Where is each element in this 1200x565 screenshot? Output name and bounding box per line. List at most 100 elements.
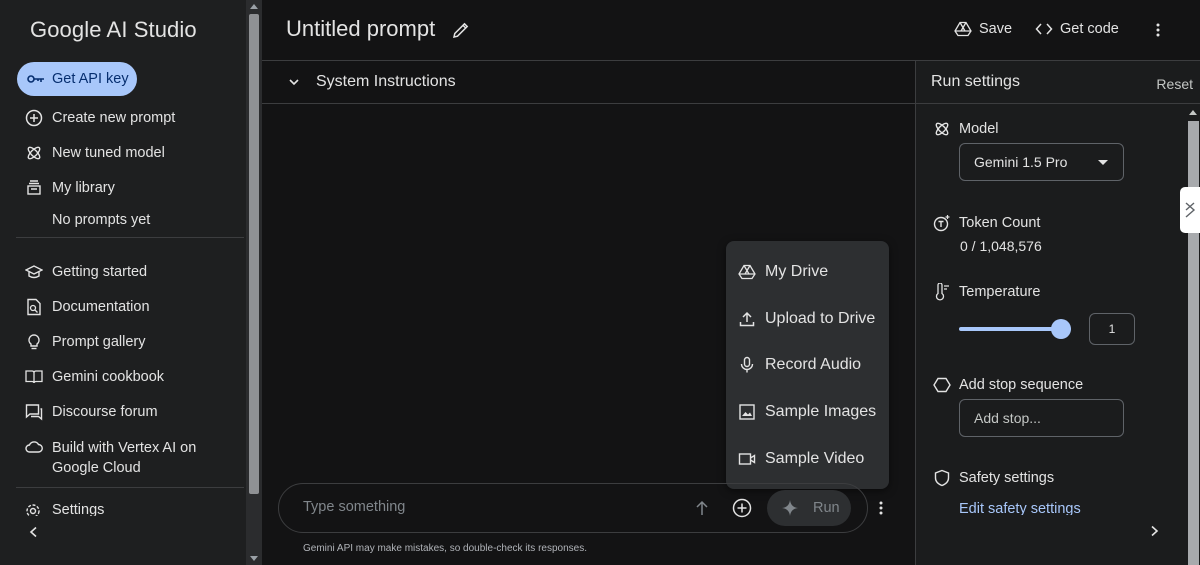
my-library[interactable]: My library <box>24 178 115 198</box>
arrow-up-icon <box>696 500 708 515</box>
temperature-label: Temperature <box>933 283 1040 301</box>
cloud-icon <box>24 437 44 457</box>
documentation[interactable]: Documentation <box>24 297 150 317</box>
sidebar-divider <box>16 237 244 238</box>
video-icon <box>738 450 756 468</box>
scroll-up-arrow[interactable] <box>250 4 258 9</box>
token-count-label: Token Count <box>933 214 1040 232</box>
prompt-input[interactable] <box>303 499 663 515</box>
discourse-forum-label: Discourse forum <box>52 404 158 420</box>
getting-started-label: Getting started <box>52 264 148 280</box>
create-new-prompt-label: Create new prompt <box>52 110 176 126</box>
system-instructions-toggle[interactable]: System Instructions <box>262 61 915 104</box>
token-count-label-text: Token Count <box>959 215 1041 231</box>
upload-arrow-button[interactable] <box>692 498 712 518</box>
page-title[interactable]: Untitled prompt <box>286 16 435 42</box>
tune-icon <box>24 143 44 163</box>
dropdown-caret-icon <box>1098 160 1108 165</box>
sidebar-scrollbar[interactable] <box>246 0 262 565</box>
image-icon <box>738 403 756 421</box>
chevron-left-icon <box>29 526 37 538</box>
safety-settings-label: Safety settings <box>933 469 1054 487</box>
school-icon <box>24 262 44 282</box>
model-icon <box>933 120 951 138</box>
menu-item-label: My Drive <box>765 263 829 281</box>
menu-item-label: Record Audio <box>765 356 862 374</box>
build-with-vertex-label: Build with Vertex AI on Google Cloud <box>52 440 197 476</box>
expand-panel-button[interactable] <box>1144 521 1164 541</box>
menu-item-record-audio[interactable]: Record Audio <box>726 342 889 389</box>
temperature-slider[interactable] <box>959 319 1071 339</box>
getting-started[interactable]: Getting started <box>24 262 147 282</box>
gemini-cookbook[interactable]: Gemini cookbook <box>24 367 164 387</box>
menu-item-label: Upload to Drive <box>765 309 876 327</box>
scroll-up-arrow[interactable] <box>1189 110 1197 115</box>
chevron-down-icon <box>284 72 304 92</box>
build-with-vertex[interactable]: Build with Vertex AI on Google Cloud <box>24 438 212 478</box>
add-circle-icon <box>24 108 44 128</box>
settings-item[interactable]: Settings <box>24 502 104 516</box>
temperature-input[interactable]: 1 <box>1089 313 1135 345</box>
menu-item-sample-images[interactable]: Sample Images <box>726 389 889 436</box>
slider-handle[interactable] <box>1051 319 1071 339</box>
library-icon <box>24 178 44 198</box>
forum-icon <box>24 402 44 422</box>
model-label-text: Model <box>959 121 999 137</box>
run-settings-title: Run settings <box>931 73 1020 90</box>
menu-item-label: Sample Images <box>765 403 877 421</box>
prompt-gallery[interactable]: Prompt gallery <box>24 332 145 352</box>
sparkle-icon <box>781 499 799 517</box>
run-settings-panel: Run settings Reset Model Gemini 1.5 Pro … <box>915 61 1200 565</box>
run-settings-header: Run settings Reset <box>916 61 1200 104</box>
model-select[interactable]: Gemini 1.5 Pro <box>959 143 1124 181</box>
upload-icon <box>738 310 756 328</box>
token-icon <box>933 214 951 232</box>
more-vert-icon <box>879 501 883 515</box>
add-media-button[interactable] <box>732 498 752 518</box>
sidebar: Google AI Studio Get API key Create new … <box>0 0 262 565</box>
header-more-button[interactable] <box>1148 20 1168 40</box>
edit-safety-settings-link[interactable]: Edit safety settings <box>959 501 1081 515</box>
save-button[interactable]: Save <box>953 19 1012 39</box>
mic-icon <box>738 356 756 374</box>
get-api-key-button[interactable]: Get API key <box>17 62 137 96</box>
get-code-button[interactable]: Get code <box>1034 19 1119 39</box>
settings-label: Settings <box>52 502 105 516</box>
compare-tab-button[interactable] <box>1180 187 1200 233</box>
model-select-value: Gemini 1.5 Pro <box>974 154 1068 170</box>
run-button[interactable]: Run <box>767 490 851 526</box>
insert-media-menu: My Drive Upload to Drive Record Audio Sa… <box>726 241 889 489</box>
prompt-more-button[interactable] <box>871 498 891 518</box>
my-library-label: My library <box>52 180 115 196</box>
new-tuned-model[interactable]: New tuned model <box>24 143 165 163</box>
menu-item-upload-to-drive[interactable]: Upload to Drive <box>726 296 889 343</box>
hexagon-icon <box>933 376 951 394</box>
scroll-down-arrow[interactable] <box>250 556 258 561</box>
edit-title-button[interactable] <box>451 20 471 40</box>
documentation-label: Documentation <box>52 299 150 315</box>
prompt-composer: Run <box>278 483 868 533</box>
discourse-forum[interactable]: Discourse forum <box>24 402 158 422</box>
temperature-label-text: Temperature <box>959 284 1041 300</box>
reset-button[interactable]: Reset <box>1156 76 1193 92</box>
menu-item-my-drive[interactable]: My Drive <box>726 249 889 296</box>
add-circle-icon <box>732 498 752 518</box>
stop-sequence-label-text: Add stop sequence <box>959 377 1084 393</box>
system-instructions-label: System Instructions <box>316 73 456 90</box>
code-icon <box>1034 19 1054 39</box>
scrollbar-thumb[interactable] <box>249 14 259 494</box>
menu-item-sample-video[interactable]: Sample Video <box>726 435 889 482</box>
stop-sequence-label: Add stop sequence <box>933 376 1083 394</box>
create-new-prompt[interactable]: Create new prompt <box>24 108 175 128</box>
stop-sequence-input[interactable] <box>959 399 1124 437</box>
get-api-key-label: Get API key <box>52 71 129 87</box>
save-label: Save <box>979 21 1013 37</box>
document-icon <box>24 297 44 317</box>
run-settings-scrollbar[interactable] <box>1186 104 1200 565</box>
top-header: Untitled prompt Save Get code <box>262 0 1200 61</box>
gemini-cookbook-label: Gemini cookbook <box>52 369 165 385</box>
collapse-sidebar-button[interactable] <box>24 522 44 542</box>
menu-item-label: Sample Video <box>765 449 865 467</box>
disclaimer-text: Gemini API may make mistakes, so double-… <box>303 543 588 554</box>
drive-icon <box>738 263 756 281</box>
